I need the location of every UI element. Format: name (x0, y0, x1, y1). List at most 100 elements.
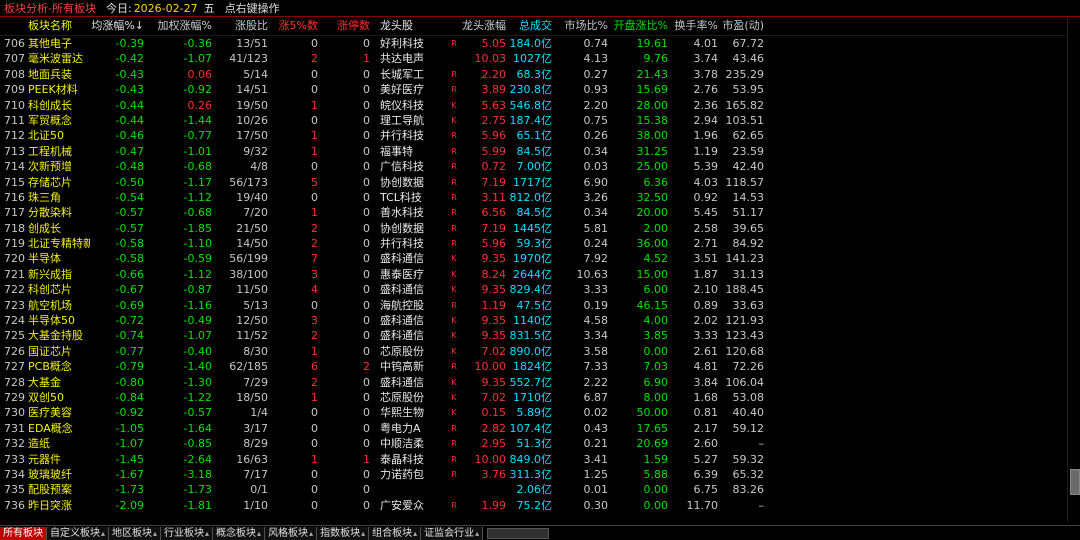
cell-turnover: 831.5亿 (509, 329, 553, 343)
table-row[interactable]: 724 半导体50 -0.72 -0.49 12/50 3 0 盛科通信 K 9.35 1140亿 4… (0, 313, 1066, 328)
cell-up5: 0 (311, 498, 318, 512)
table-row[interactable]: 708 地面兵装 -0.43 0.06 5/14 0 0 长城军工 R 2.20 68.3亿 0.27… (0, 67, 1066, 82)
column-header-idx[interactable] (0, 17, 26, 35)
tab-1[interactable]: 自定义板块▴ (47, 527, 110, 540)
cell-flag: K (451, 254, 457, 264)
cell-ratio: 1/10 (243, 498, 268, 512)
column-header-turnover[interactable]: 总成交 (506, 17, 552, 35)
column-header-leadpct[interactable]: 龙头涨幅% (462, 17, 506, 35)
scrollbar-thumb[interactable] (1070, 469, 1080, 495)
cell-mshare: 0.75 (583, 113, 609, 127)
tab-4[interactable]: 概念板块▴ (213, 527, 266, 540)
table-row[interactable]: 723 航空机场 -0.69 -1.16 5/13 0 0 海航控股 R 1.19 47.5亿 0.1… (0, 298, 1066, 313)
table-row[interactable]: 718 创成长 -0.57 -1.85 21/50 2 0 协创数据 R 7.19 1445亿 5.8… (0, 221, 1066, 236)
cell-leadpct: 7.02 (481, 344, 507, 358)
dropdown-triangle-icon[interactable]: ▴ (309, 529, 313, 538)
table-row[interactable]: 727 PCB概念 -0.79 -1.40 62/185 6 2 中钨高新 R 10.00 1824… (0, 359, 1066, 374)
column-header-limit[interactable]: 涨停数 (318, 17, 370, 35)
cell-lead: 盛科通信 (380, 329, 424, 343)
cell-avg: -0.58 (115, 237, 144, 251)
table-row[interactable]: 719 北证专精特新 -0.58 -1.10 14/50 2 0 并行科技 R 5.96 59.3亿… (0, 236, 1066, 251)
cell-idx: 726 (4, 344, 25, 358)
tab-3[interactable]: 行业板块▴ (161, 527, 214, 540)
cell-lead: 好利科技 (380, 37, 424, 50)
table-row[interactable]: 733 元器件 -1.45 -2.64 16/63 1 1 泰晶科技 R 10.00 849.0亿 3… (0, 452, 1066, 467)
cell-up5: 1 (311, 344, 318, 358)
tab-7[interactable]: 组合板块▴ (369, 527, 422, 540)
table-row[interactable]: 731 EDA概念 -1.05 -1.64 3/17 0 0 粤电力A R 2.82 107.4亿 0… (0, 421, 1066, 436)
table-row[interactable]: 717 分散染料 -0.57 -0.68 7/20 1 0 善水科技 R 6.56 84.5亿 0.3… (0, 205, 1066, 220)
dropdown-triangle-icon[interactable]: ▴ (101, 529, 105, 538)
column-header-avg[interactable]: 均涨幅%↓ (90, 17, 144, 35)
cell-wavg: -1.07 (183, 329, 212, 343)
table-row[interactable]: 720 半导体 -0.58 -0.59 56/199 7 0 盛科通信 K 9.35 1970亿 7.… (0, 251, 1066, 266)
cell-leadpct: 1.99 (481, 498, 507, 512)
table-row[interactable]: 715 存储芯片 -0.50 -1.17 56/173 5 0 协创数据 R 7.19 1717亿 6… (0, 175, 1066, 190)
dropdown-triangle-icon[interactable]: ▴ (413, 529, 417, 538)
tab-0[interactable]: 所有板块 (0, 527, 47, 540)
dropdown-triangle-icon[interactable]: ▴ (153, 529, 157, 538)
cell-name: 珠三角 (28, 190, 61, 204)
cell-up5: 0 (311, 190, 318, 204)
table-row[interactable]: 721 新兴成指 -0.66 -1.12 38/100 3 0 惠泰医疗 K 8.24 2644亿 1… (0, 267, 1066, 282)
table-row[interactable]: 730 医疗美容 -0.92 -0.57 1/4 0 0 华熙生物 K 0.15 5.89亿 0.02… (0, 405, 1066, 420)
cell-turnrate: 5.27 (693, 452, 719, 466)
column-header-lead[interactable]: 龙头股 (370, 17, 446, 35)
column-header-pe[interactable]: 市盈(动) (718, 17, 764, 35)
cell-pe: 118.57 (725, 175, 765, 189)
table-row[interactable]: 732 造纸 -1.07 -0.85 8/29 0 0 中顺洁柔 R 2.95 51.3亿 0.21 2… (0, 436, 1066, 451)
tab-6[interactable]: 指数板块▴ (317, 527, 370, 540)
table-row[interactable]: 726 国证芯片 -0.77 -0.40 8/30 1 0 芯原股份 K 7.02 890.0亿 3.… (0, 344, 1066, 359)
cell-up5: 4 (311, 283, 318, 297)
cell-mshare: 6.87 (583, 390, 609, 404)
cell-name: 国证芯片 (28, 344, 72, 358)
table-row[interactable]: 735 配股预案 -1.73 -1.73 0/1 0 0 2.06亿 0.01 0.00 6.75 8… (0, 482, 1066, 497)
column-header-turnrate[interactable]: 换手率% (668, 17, 718, 35)
cell-idx: 707 (4, 52, 25, 66)
dropdown-triangle-icon[interactable]: ▴ (257, 529, 261, 538)
table-row[interactable]: 713 工程机械 -0.47 -1.01 9/32 1 0 福事特 R 5.99 84.5亿 0.34… (0, 144, 1066, 159)
column-header-up5[interactable]: 涨5%数 (268, 17, 318, 35)
table-row[interactable]: 710 科创成长 -0.44 0.26 19/50 1 0 皖仪科技 K 5.63 546.8亿 2.… (0, 98, 1066, 113)
table-row[interactable]: 716 珠三角 -0.54 -1.12 19/40 0 0 TCL科技 R 3.11 812.0亿 3… (0, 190, 1066, 205)
column-header-mshare[interactable]: 市场比% (552, 17, 608, 35)
dropdown-triangle-icon[interactable]: ▴ (205, 529, 209, 538)
tab-5[interactable]: 风格板块▴ (265, 527, 318, 540)
column-header-flag[interactable] (446, 17, 462, 35)
dropdown-triangle-icon[interactable]: ▴ (361, 529, 365, 538)
table-row[interactable]: 712 北证50 -0.46 -0.77 17/50 1 0 并行科技 R 5.96 65.1亿 0.… (0, 128, 1066, 143)
cell-turnrate: 2.60 (693, 437, 719, 451)
table-row[interactable]: 736 昨日突涨 -2.09 -1.81 1/10 0 0 广安爱众 R 1.99 75.2亿 0.3… (0, 498, 1066, 513)
table-row[interactable]: 714 次新预增 -0.48 -0.68 4/8 0 0 广信科技 R 0.72 7.00亿 0.03… (0, 159, 1066, 174)
tab-2[interactable]: 地区板块▴ (109, 527, 162, 540)
cell-wavg: -1.40 (183, 360, 212, 374)
table-row[interactable]: 729 双创50 -0.84 -1.22 18/50 1 0 芯原股份 K 7.02 1710亿 6.… (0, 390, 1066, 405)
cell-open: 4.00 (643, 314, 669, 328)
table-row[interactable]: 734 玻璃玻纤 -1.67 -3.18 7/17 0 0 力诺药包 R 3.76 311.3亿 1.… (0, 467, 1066, 482)
column-header-open[interactable]: 开盘涨比% (608, 17, 668, 35)
cell-up5: 2 (311, 237, 318, 251)
cell-ratio: 19/50 (236, 98, 268, 112)
tab-8[interactable]: 证监会行业▴ (421, 527, 484, 540)
table-row[interactable]: 707 毫米波雷达 -0.42 -1.07 41/123 2 1 共达电声 10.03 1027亿… (0, 51, 1066, 66)
cell-ratio: 11/50 (236, 283, 268, 297)
column-header-ratio[interactable]: 涨股比 (212, 17, 268, 35)
column-header-name[interactable]: 板块名称 (26, 17, 90, 35)
cell-turnover: 1824亿 (513, 360, 552, 374)
table-row[interactable]: 725 大基金持股 -0.74 -1.07 11/52 2 0 盛科通信 K 9.35 831.5亿… (0, 328, 1066, 343)
cell-ratio: 17/50 (236, 129, 268, 143)
column-header-wavg[interactable]: 加权涨幅% (144, 17, 212, 35)
cell-pe: 67.72 (732, 37, 765, 50)
cell-open: 0.00 (643, 498, 669, 512)
horizontal-scrollbar[interactable] (487, 527, 550, 539)
cell-up5: 1 (311, 452, 318, 466)
table-row[interactable]: 711 军贸概念 -0.44 -1.44 10/26 0 0 理工导航 K 2.75 187.4亿 0… (0, 113, 1066, 128)
vertical-scrollbar[interactable] (1067, 17, 1080, 522)
dropdown-triangle-icon[interactable]: ▴ (475, 529, 479, 538)
table-row[interactable]: 706 其他电子 -0.39 -0.36 13/51 0 0 好利科技 R 5.05 184.0亿 0… (0, 36, 1066, 51)
cell-name: 科创成长 (28, 98, 72, 112)
table-row[interactable]: 709 PEEK材料 -0.43 -0.92 14/51 0 0 美好医疗 R 3.89 230.8… (0, 82, 1066, 97)
table-row[interactable]: 728 大基金 -0.80 -1.30 7/29 2 0 盛科通信 K 9.35 552.7亿 2.2… (0, 375, 1066, 390)
table-row[interactable]: 722 科创芯片 -0.67 -0.87 11/50 4 0 盛科通信 K 9.35 829.4亿 3… (0, 282, 1066, 297)
cell-turnrate: 2.61 (693, 344, 719, 358)
